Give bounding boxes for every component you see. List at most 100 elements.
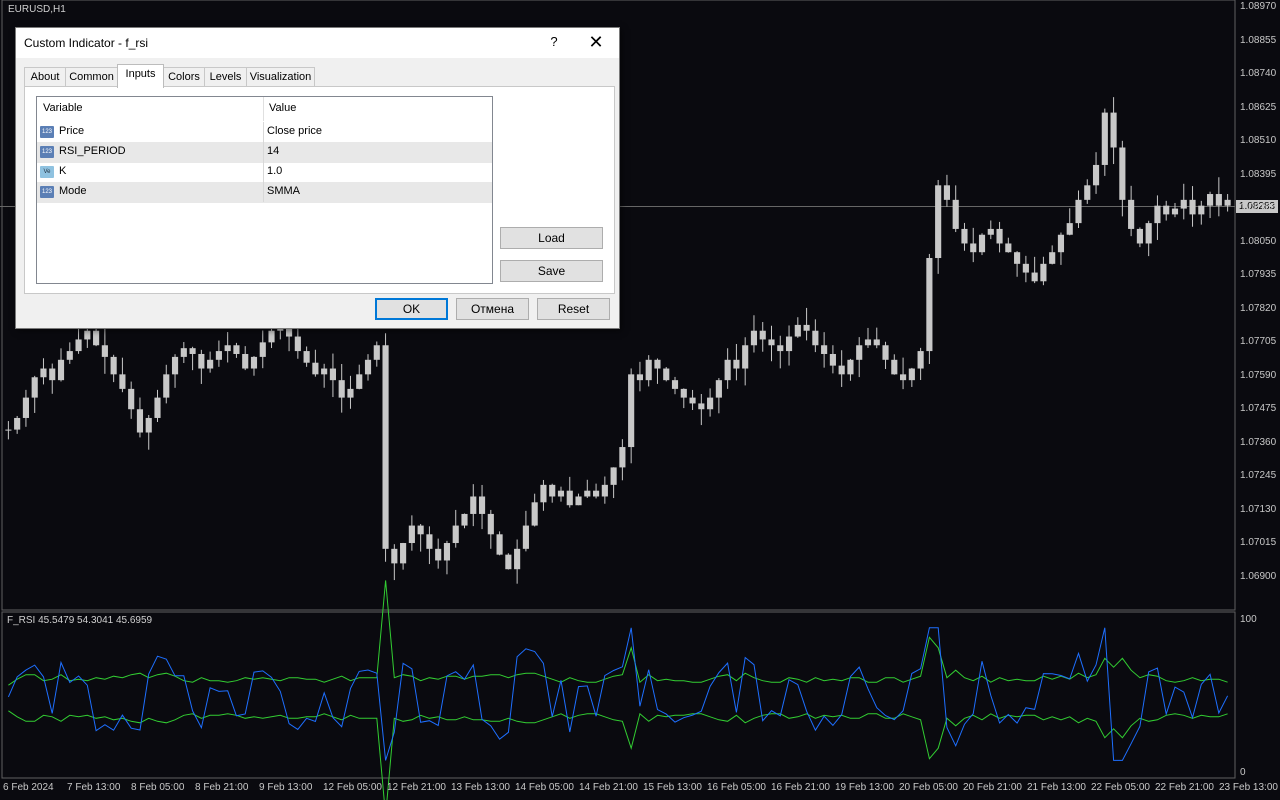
candle-body bbox=[742, 345, 749, 369]
candle-body bbox=[812, 330, 819, 346]
time-axis-label: 20 Feb 21:00 bbox=[963, 782, 1022, 793]
tab-common[interactable]: Common bbox=[65, 67, 118, 87]
price-axis-label: 1.08970 bbox=[1240, 1, 1277, 12]
time-axis-label: 7 Feb 13:00 bbox=[67, 782, 121, 793]
candle-body bbox=[154, 397, 161, 418]
row-value[interactable]: Close price bbox=[267, 125, 322, 137]
price-axis-label: 1.07360 bbox=[1240, 436, 1277, 448]
integer-icon: 123 bbox=[40, 146, 54, 158]
tab-visualization[interactable]: Visualization bbox=[246, 67, 315, 87]
candle-body bbox=[847, 359, 854, 375]
candle-body bbox=[417, 525, 424, 535]
candle-body bbox=[408, 525, 415, 544]
cancel-button[interactable]: Отмена bbox=[456, 298, 529, 320]
inputs-grid[interactable]: Variable Value 123 Price Close price 123… bbox=[36, 96, 493, 284]
candle-body bbox=[136, 409, 144, 433]
price-axis-label: 1.07590 bbox=[1240, 369, 1277, 381]
candle-body bbox=[540, 484, 547, 503]
custom-indicator-dialog[interactable]: Custom Indicator - f_rsi ? ✕ About Commo… bbox=[15, 27, 620, 329]
help-button[interactable]: ? bbox=[546, 34, 562, 49]
candle-body bbox=[242, 353, 249, 369]
time-axis-label: 16 Feb 21:00 bbox=[771, 782, 830, 793]
candle-body bbox=[663, 368, 670, 381]
candle-body bbox=[1207, 194, 1214, 206]
candle-body bbox=[1022, 263, 1029, 273]
integer-icon: 123 bbox=[40, 126, 54, 138]
time-axis-label: 6 Feb 2024 bbox=[3, 782, 54, 793]
input-row-k[interactable]: Ve K 1.0 bbox=[37, 162, 492, 183]
candle-body bbox=[917, 351, 924, 369]
inputs-panel: Variable Value 123 Price Close price 123… bbox=[24, 86, 615, 294]
candle-body bbox=[514, 548, 521, 570]
candle-body bbox=[952, 199, 959, 229]
time-axis-label: 22 Feb 21:00 bbox=[1155, 782, 1214, 793]
price-axis-label: 1.08855 bbox=[1240, 34, 1277, 46]
indicator-pane-border bbox=[1, 611, 1236, 779]
candle-body bbox=[1049, 252, 1056, 264]
candle-body bbox=[900, 374, 907, 381]
time-axis-label: 12 Feb 21:00 bbox=[387, 782, 446, 793]
price-axis-label: 1.08510 bbox=[1240, 135, 1277, 146]
row-value[interactable]: 14 bbox=[267, 145, 279, 157]
candle-body bbox=[329, 368, 336, 381]
candle-body bbox=[391, 548, 398, 564]
time-axis-label: 12 Feb 05:00 bbox=[323, 782, 382, 793]
candle-body bbox=[1014, 252, 1021, 264]
tab-inputs[interactable]: Inputs bbox=[117, 64, 164, 88]
price-axis-label: 1.07475 bbox=[1240, 403, 1277, 414]
dialog-titlebar[interactable]: Custom Indicator - f_rsi ? ✕ bbox=[16, 28, 619, 58]
candle-body bbox=[943, 185, 950, 200]
time-axis-label: 13 Feb 13:00 bbox=[451, 782, 510, 793]
candle-body bbox=[461, 513, 468, 526]
candle-body bbox=[128, 388, 135, 410]
candle-body bbox=[303, 351, 310, 363]
candle-body bbox=[40, 368, 47, 378]
reset-button[interactable]: Reset bbox=[537, 298, 610, 320]
candle-body bbox=[452, 525, 459, 544]
load-button[interactable]: Load bbox=[500, 227, 603, 249]
ok-button[interactable]: OK bbox=[375, 298, 448, 320]
input-row-mode[interactable]: 123 Mode SMMA bbox=[37, 182, 492, 203]
save-button[interactable]: Save bbox=[500, 260, 603, 282]
candle-body bbox=[347, 388, 354, 398]
time-axis-label: 14 Feb 21:00 bbox=[579, 782, 638, 793]
price-axis-label: 1.06900 bbox=[1240, 570, 1277, 582]
candle-body bbox=[794, 324, 801, 337]
candle-body bbox=[1101, 112, 1108, 165]
candle-body bbox=[908, 368, 915, 381]
candle-body bbox=[838, 365, 845, 375]
input-row-price[interactable]: 123 Price Close price bbox=[37, 122, 492, 143]
candle-body bbox=[31, 377, 38, 398]
tab-colors[interactable]: Colors bbox=[163, 67, 205, 87]
candle-body bbox=[49, 368, 56, 381]
candle-body bbox=[189, 348, 196, 354]
candle-body bbox=[689, 397, 696, 404]
candle-body bbox=[505, 554, 512, 570]
candle-body bbox=[478, 496, 486, 514]
candle-body bbox=[1040, 263, 1047, 282]
row-value[interactable]: SMMA bbox=[267, 185, 300, 197]
row-value[interactable]: 1.0 bbox=[267, 165, 282, 177]
candle-body bbox=[1110, 112, 1117, 148]
input-row-rsi-period[interactable]: 123 RSI_PERIOD 14 bbox=[37, 142, 492, 163]
candle-body bbox=[84, 330, 91, 340]
row-variable: Price bbox=[59, 125, 85, 137]
candle-body bbox=[14, 417, 21, 430]
price-axis-label: 1.07130 bbox=[1240, 503, 1277, 515]
candle-body bbox=[610, 467, 617, 485]
tab-about[interactable]: About bbox=[24, 67, 66, 87]
candle-body bbox=[777, 345, 784, 352]
header-variable[interactable]: Variable bbox=[43, 102, 83, 114]
close-icon[interactable]: ✕ bbox=[586, 32, 606, 52]
candle-body bbox=[1189, 199, 1196, 215]
tab-levels[interactable]: Levels bbox=[204, 67, 247, 87]
candle-body bbox=[1031, 272, 1038, 282]
candle-body bbox=[382, 345, 389, 549]
indicator-axis-min: 0 bbox=[1240, 767, 1246, 778]
time-axis-label: 19 Feb 13:00 bbox=[835, 782, 894, 793]
candle-body bbox=[145, 417, 152, 433]
candle-body bbox=[970, 243, 977, 253]
double-icon: Ve bbox=[40, 166, 54, 178]
candle-body bbox=[1215, 194, 1222, 206]
header-value[interactable]: Value bbox=[269, 102, 296, 114]
